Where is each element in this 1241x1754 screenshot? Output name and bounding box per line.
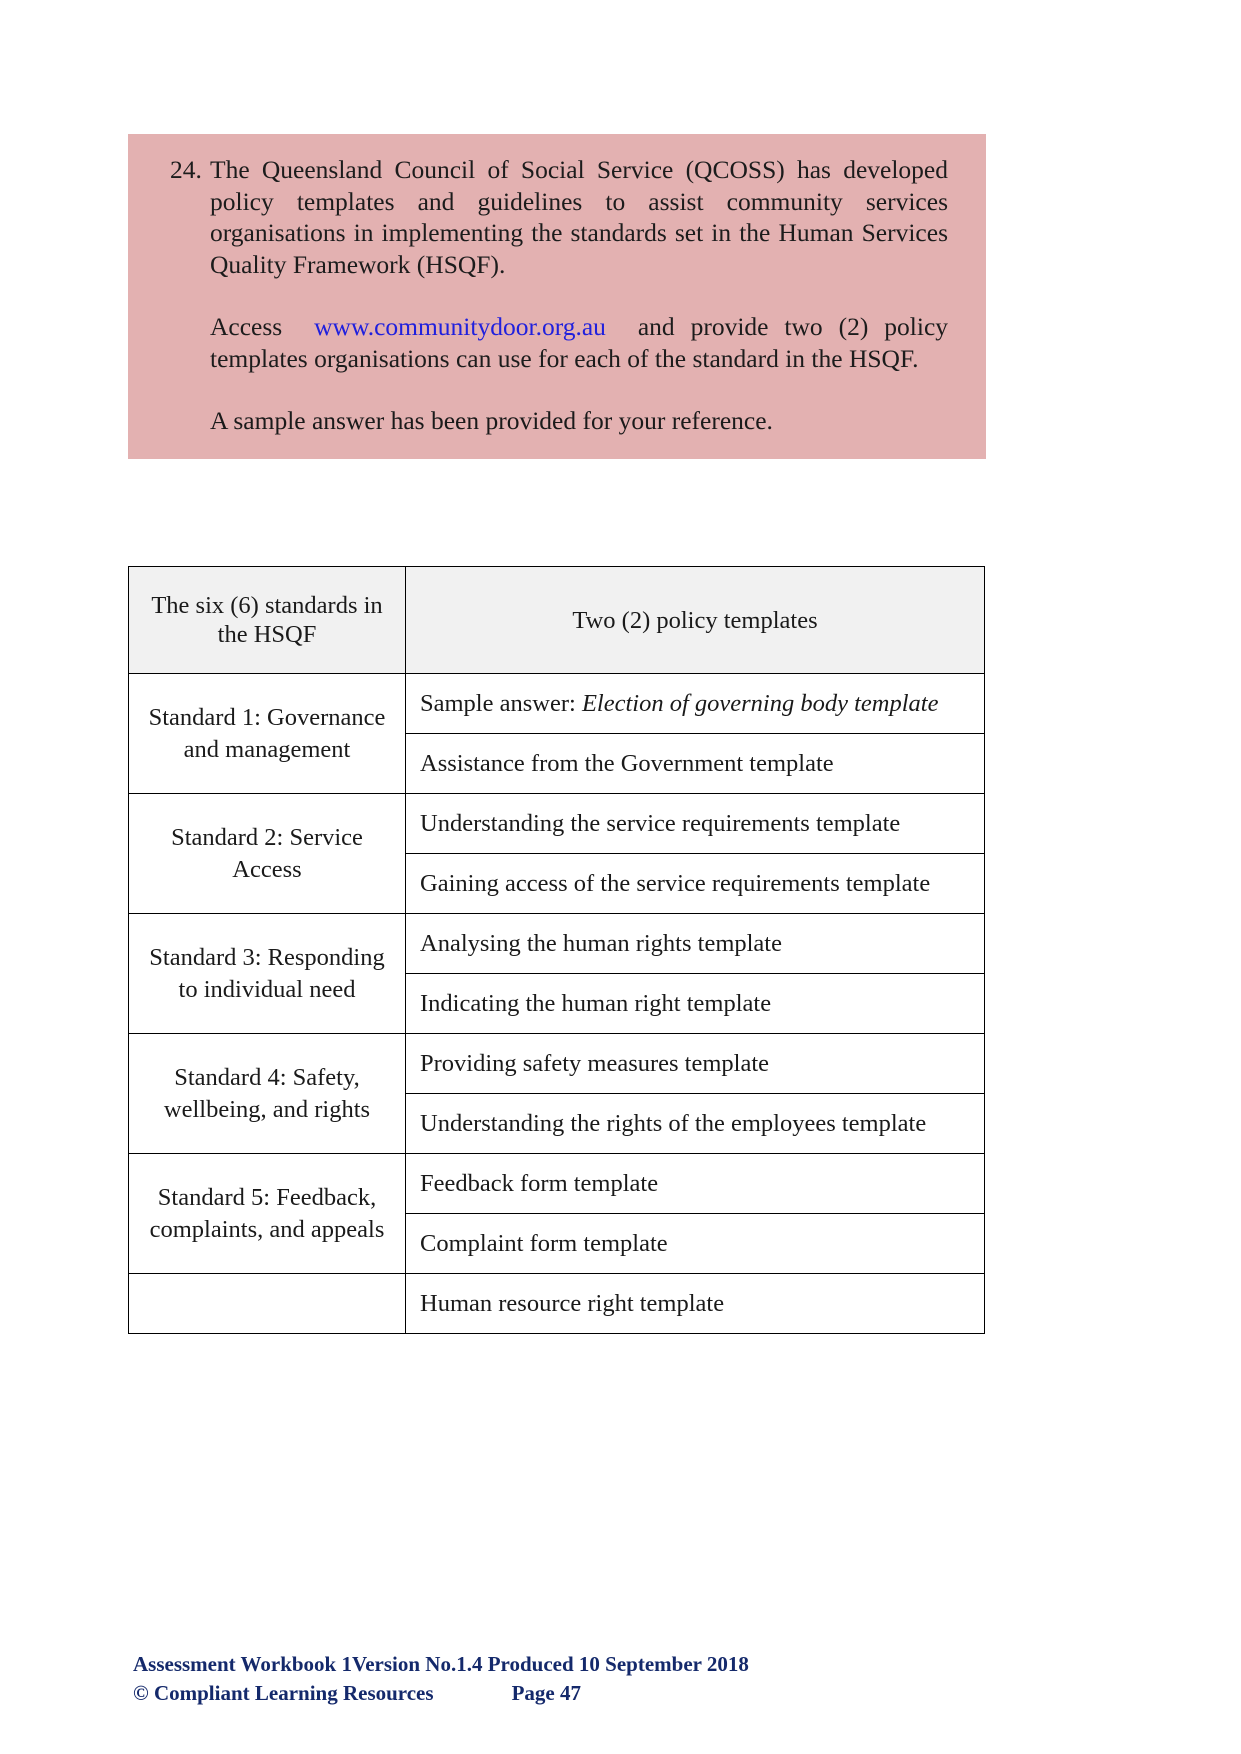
template-cell: Assistance from the Government template: [405, 733, 985, 794]
table-body: Standard 1: Governance and management Sa…: [128, 673, 985, 1334]
footer-title: Assessment Workbook 1Version No.1.4 Prod…: [133, 1652, 749, 1676]
template-cell: Gaining access of the service requiremen…: [405, 853, 985, 914]
footer-copyright: © Compliant Learning Resources: [133, 1681, 434, 1705]
template-cell: Providing safety measures template: [405, 1033, 985, 1094]
access-label: Access: [210, 312, 283, 341]
table-row: Standard 3: Responding to individual nee…: [128, 913, 985, 1034]
template-cell: Indicating the human right template: [405, 973, 985, 1034]
question-paragraph-1: 24. The Queensland Council of Social Ser…: [170, 154, 948, 280]
template-cell: Human resource right template: [405, 1273, 985, 1334]
template-cell: Understanding the service requirements t…: [405, 793, 985, 854]
standards-templates-table: The six (6) standards in the HSQF Two (2…: [128, 566, 985, 1334]
footer-meta: © Compliant Learning Resources Page 47: [133, 1679, 1033, 1708]
column-header-templates: Two (2) policy templates: [405, 566, 985, 674]
paragraph-spacer-2: [170, 374, 948, 405]
question-paragraph-2: Access www.communitydoor.org.au and prov…: [170, 311, 948, 374]
template-cell-sample: Sample answer: Election of governing bod…: [405, 673, 985, 734]
standard-cell-empty: [128, 1273, 406, 1334]
template-cell: Understanding the rights of the employee…: [405, 1093, 985, 1154]
table-row: Standard 4: Safety, wellbeing, and right…: [128, 1033, 985, 1154]
table-row: Human resource right template: [128, 1273, 985, 1334]
standard-cell-3: Standard 3: Responding to individual nee…: [128, 913, 406, 1034]
standard-cell-1: Standard 1: Governance and management: [128, 673, 406, 794]
standard-cell-5: Standard 5: Feedback, complaints, and ap…: [128, 1153, 406, 1274]
table-header: The six (6) standards in the HSQF Two (2…: [128, 566, 985, 674]
footer-page-number: Page 47: [511, 1681, 581, 1705]
template-cell: Analysing the human rights template: [405, 913, 985, 974]
question-callout-box: 24. The Queensland Council of Social Ser…: [128, 134, 986, 459]
page-footer: Assessment Workbook 1Version No.1.4 Prod…: [133, 1650, 1033, 1708]
standard-cell-2: Standard 2: Service Access: [128, 793, 406, 914]
column-header-standards: The six (6) standards in the HSQF: [128, 566, 406, 674]
table-row: Standard 2: Service Access Understanding…: [128, 793, 985, 914]
table-header-row: The six (6) standards in the HSQF Two (2…: [128, 566, 985, 674]
standard-cell-4: Standard 4: Safety, wellbeing, and right…: [128, 1033, 406, 1154]
communitydoor-link[interactable]: www.communitydoor.org.au: [314, 312, 606, 341]
question-paragraph-1-text: The Queensland Council of Social Service…: [210, 155, 948, 279]
table-row: Standard 1: Governance and management Sa…: [128, 673, 985, 794]
template-cell: Complaint form template: [405, 1213, 985, 1274]
paragraph-spacer-1: [170, 280, 948, 311]
document-page: 24. The Queensland Council of Social Ser…: [0, 0, 1241, 1754]
question-number: 24.: [170, 155, 202, 184]
question-paragraph-3: A sample answer has been provided for yo…: [210, 406, 773, 435]
sample-answer-text: Election of governing body template: [581, 690, 939, 717]
template-cell: Feedback form template: [405, 1153, 985, 1214]
table-row: Standard 5: Feedback, complaints, and ap…: [128, 1153, 985, 1274]
sample-answer-prefix: Sample answer:: [420, 690, 582, 717]
